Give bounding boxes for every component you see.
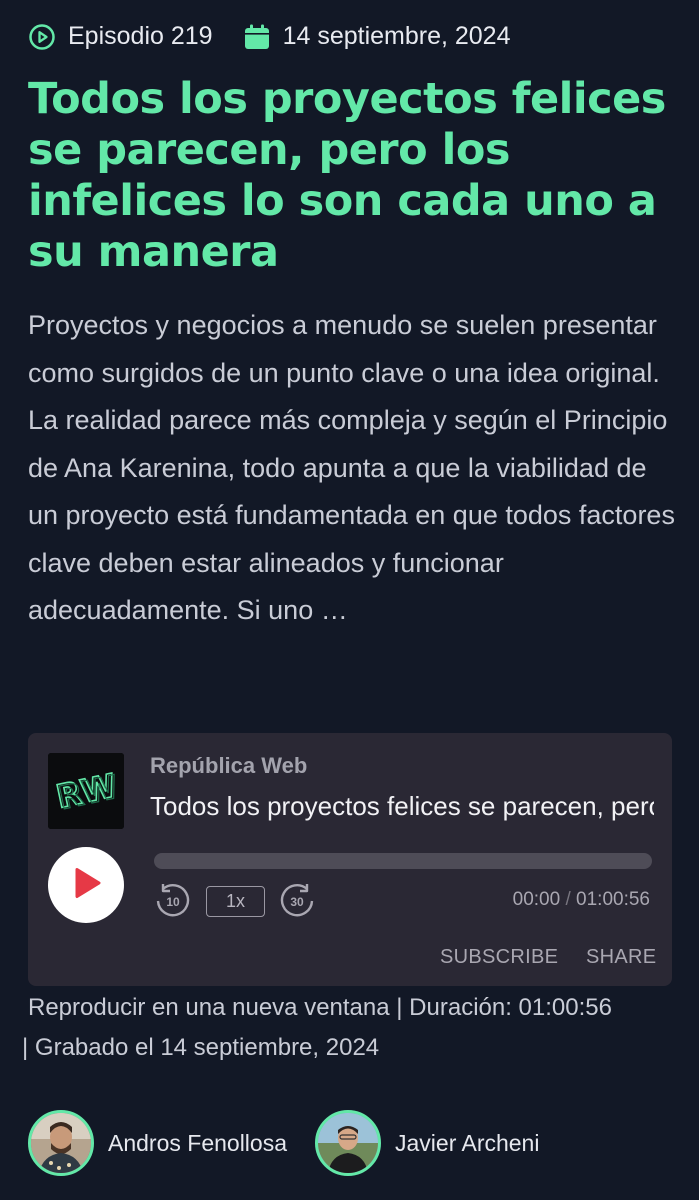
skip-back-button[interactable]: 10	[152, 881, 192, 921]
avatar	[315, 1110, 381, 1176]
share-button[interactable]: SHARE	[586, 946, 656, 969]
podcast-player: RW RW República Web Todos los proyectos …	[28, 733, 672, 986]
skip-forward-button[interactable]: 30	[278, 881, 318, 921]
episode-info: Reproducir en una nueva ventana | Duraci…	[22, 988, 675, 1068]
time-separator: /	[565, 889, 571, 910]
skip-forward-label: 30	[290, 895, 304, 909]
calendar-icon	[243, 23, 271, 51]
speed-button[interactable]: 1x	[206, 886, 265, 917]
open-new-window-link[interactable]: Reproducir en una nueva ventana	[28, 994, 390, 1021]
playback-time: 00:00 / 01:00:56	[513, 889, 650, 911]
play-button[interactable]	[48, 847, 124, 923]
subscribe-button[interactable]: SUBSCRIBE	[440, 946, 558, 969]
author-name: Andros Fenollosa	[108, 1129, 287, 1156]
episode-summary: Proyectos y negocios a menudo se suelen …	[28, 310, 675, 625]
skip-back-label: 10	[166, 895, 180, 909]
author-item[interactable]: Javier Archeni	[315, 1110, 539, 1176]
episode-number: Episodio 219	[28, 22, 213, 51]
episode-label: Episodio 219	[68, 22, 213, 50]
fast-forward-icon: 30	[280, 884, 314, 917]
info-separator: |	[389, 994, 410, 1021]
rewind-icon: 10	[156, 884, 190, 917]
author-list: Andros Fenollosa Javier Archeni	[28, 1110, 539, 1176]
show-name[interactable]: República Web	[150, 753, 307, 779]
player-episode-title: Todos los proyectos felices se parecen, …	[150, 791, 654, 821]
publish-date: 14 septiembre, 2024	[243, 22, 511, 51]
info-separator: |	[22, 1034, 35, 1061]
avatar	[28, 1110, 94, 1176]
current-time: 00:00	[512, 889, 561, 910]
episode-title[interactable]: Todos los proyectos felices se parecen, …	[28, 74, 675, 278]
author-item[interactable]: Andros Fenollosa	[28, 1110, 287, 1176]
progress-bar[interactable]	[154, 853, 652, 869]
duration-text: Duración: 01:00:56	[409, 994, 612, 1021]
total-duration: 01:00:56	[576, 889, 650, 910]
author-name: Javier Archeni	[395, 1129, 540, 1156]
play-circle-icon	[28, 23, 56, 51]
recorded-text: Grabado el 14 septiembre, 2024	[34, 1034, 380, 1061]
play-icon	[69, 866, 103, 905]
podcast-artwork: RW RW	[48, 753, 124, 829]
date-label: 14 septiembre, 2024	[282, 22, 511, 50]
episode-meta: Episodio 219 14 septiembre, 2024	[28, 22, 679, 51]
